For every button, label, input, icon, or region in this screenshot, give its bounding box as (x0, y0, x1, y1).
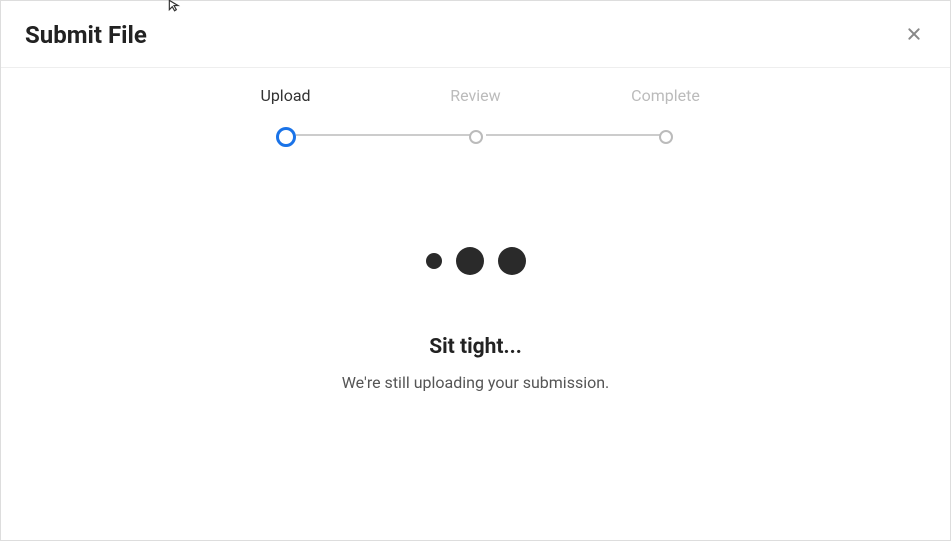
progress-stepper: Upload Review Complete (1, 68, 950, 147)
loader-dot (426, 253, 442, 269)
status-message: We're still uploading your submission. (342, 373, 610, 392)
step-label: Upload (260, 86, 310, 105)
stepper-line (486, 134, 661, 136)
loading-spinner-icon (426, 247, 526, 275)
step-circle-icon (469, 130, 483, 144)
loader-dot (456, 247, 484, 275)
step-label: Review (450, 86, 500, 105)
step-circle-icon (276, 127, 296, 147)
submit-file-modal: Submit File Upload Review Comp (0, 0, 951, 541)
loader-dot (498, 247, 526, 275)
close-icon (906, 26, 922, 45)
cursor-icon (167, 0, 181, 16)
loading-content: Sit tight... We're still uploading your … (1, 147, 950, 392)
stepper-line (296, 134, 471, 136)
modal-header: Submit File (1, 1, 950, 68)
step-label: Complete (631, 86, 700, 105)
modal-title: Submit File (25, 21, 147, 49)
status-title: Sit tight... (429, 335, 522, 359)
close-button[interactable] (902, 22, 926, 49)
step-upload: Upload (191, 86, 381, 147)
step-circle-icon (659, 130, 673, 144)
